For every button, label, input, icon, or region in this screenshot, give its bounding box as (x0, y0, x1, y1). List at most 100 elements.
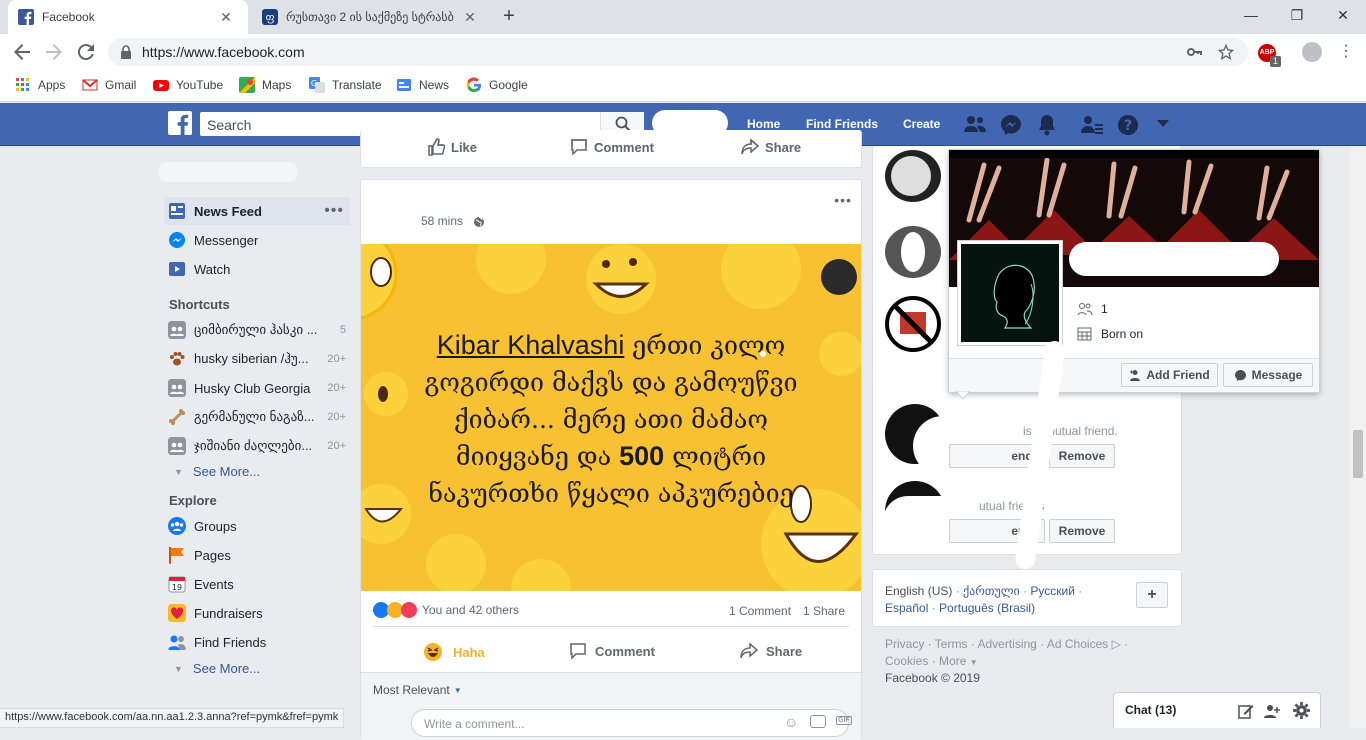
post-timestamp[interactable]: 58 mins (421, 214, 463, 228)
footer-link[interactable]: Ad Choices (1047, 637, 1108, 651)
hovercard-name-redacted[interactable] (1069, 242, 1279, 276)
haha-reaction-button[interactable]: Haha (423, 642, 485, 662)
footer-link[interactable]: Advertising (977, 637, 1036, 651)
language-link[interactable]: Русский (1030, 584, 1075, 598)
author-avatar-redacted[interactable] (373, 194, 413, 234)
nav-find-friends[interactable]: Find Friends (806, 117, 878, 131)
footer-link[interactable]: Privacy (885, 637, 924, 651)
bookmark-google[interactable]: Google (466, 77, 528, 93)
reload-icon[interactable] (74, 40, 98, 64)
reactions-summary[interactable]: You and 42 others (373, 602, 519, 618)
tab-facebook[interactable]: Facebook ✕ (8, 0, 248, 34)
sidebar-item-label: Events (194, 576, 234, 592)
sidebar-item-watch[interactable]: Watch (164, 255, 350, 283)
account-dropdown-icon[interactable] (1157, 119, 1169, 129)
scrollbar-thumb[interactable] (1353, 430, 1363, 478)
sidebar-item-groups[interactable]: Groups (164, 512, 350, 540)
post-options-icon[interactable]: ••• (834, 192, 852, 208)
most-relevant-filter[interactable]: Most Relevant ▼ (373, 683, 462, 697)
nav-home[interactable]: Home (747, 117, 780, 131)
back-arrow-icon[interactable] (10, 40, 34, 64)
forward-arrow-icon[interactable] (42, 40, 66, 64)
star-icon[interactable] (1218, 44, 1234, 60)
menu-kebab-icon[interactable]: ⋮ (1338, 44, 1354, 60)
message-label: Message (1251, 368, 1303, 382)
quick-help-friends-icon[interactable] (1080, 114, 1104, 136)
no-entry-avatar-icon[interactable] (885, 296, 941, 352)
footer-link[interactable]: Cookies (885, 654, 928, 668)
close-window-icon[interactable]: ✕ (1331, 5, 1355, 25)
remove-suggestion-button[interactable]: Remove (1049, 444, 1115, 468)
message-button[interactable]: Message (1223, 363, 1313, 387)
shortcut-item[interactable]: გერმანული ნაგაზ... 20+ (164, 403, 350, 431)
address-bar[interactable]: https://www.facebook.com (108, 38, 1248, 66)
profile-name-redacted[interactable] (158, 162, 298, 182)
add-friend-button[interactable]: Add Friend (1121, 363, 1218, 387)
shares-count[interactable]: 1 Share (803, 604, 845, 618)
like-button[interactable]: Like (427, 138, 477, 156)
add-language-button[interactable]: + (1136, 582, 1168, 608)
language-link[interactable]: Español (885, 601, 928, 615)
sidebar-item-pages[interactable]: Pages (164, 541, 350, 569)
camera-icon[interactable] (810, 715, 826, 728)
sidebar-item-find-friends[interactable]: Find Friends (164, 628, 350, 656)
notifications-bell-icon[interactable] (1037, 114, 1057, 136)
share-button[interactable]: Share (740, 642, 802, 660)
sidebar-item-events[interactable]: 19 Events (164, 570, 350, 598)
friend-requests-icon[interactable] (963, 114, 987, 134)
profile-avatar-icon[interactable] (1302, 42, 1322, 62)
sidebar-item-news-feed[interactable]: News Feed ••• (164, 197, 350, 225)
bookmark-apps[interactable]: Apps (15, 77, 65, 93)
globe-public-icon (474, 216, 484, 227)
bookmark-youtube[interactable]: YouTube (153, 77, 223, 93)
language-link[interactable]: ქართული (963, 584, 1020, 598)
group-icon (168, 379, 186, 397)
minimize-icon[interactable]: — (1239, 5, 1263, 25)
comments-count[interactable]: 1 Comment (729, 604, 791, 618)
divider (373, 626, 849, 627)
help-question-icon[interactable]: ? (1117, 114, 1139, 136)
messenger-icon[interactable] (1000, 114, 1022, 136)
close-tab-icon[interactable]: ✕ (462, 9, 478, 26)
footer-link[interactable]: Terms (935, 637, 968, 651)
remove-suggestion-button[interactable]: Remove (1049, 519, 1115, 543)
shortcut-item[interactable]: ჯიშიანი ძაღლები... 20+ (164, 432, 350, 460)
chat-bar[interactable]: Chat (13) (1113, 692, 1321, 728)
facebook-logo-icon[interactable] (168, 111, 192, 135)
write-comment-input[interactable]: Write a comment... ☺ GIF (411, 709, 852, 737)
language-link[interactable]: Português (Brasil) (939, 601, 1035, 615)
comment-button[interactable]: Comment (569, 642, 655, 660)
bookmark-translate[interactable]: G Translate (309, 77, 382, 93)
shortcut-item[interactable]: ციმბირული ჰასკი ... 5 (164, 316, 350, 344)
post-image-meme[interactable]: Kibar Khalvashi ერთი კილო გოგირდი მაქვს … (361, 244, 861, 591)
sidebar-item-messenger[interactable]: Messenger (164, 226, 350, 254)
more-options-icon[interactable]: ••• (324, 202, 344, 220)
new-tab-button[interactable]: + (497, 5, 521, 29)
hovercard-profile-picture[interactable] (957, 240, 1063, 346)
see-more-explore[interactable]: ▼ See More... (174, 661, 260, 676)
meme-line: ნაკურთხი წყალი აპკურებიე (428, 479, 794, 508)
tab-rustavi[interactable]: ფ რუსთავი 2 ის საქმეზე სტრასბ ✕ (252, 0, 492, 34)
chat-settings-gear-icon[interactable] (1293, 702, 1310, 719)
comment-button[interactable]: Comment (570, 138, 654, 156)
see-more-shortcuts[interactable]: ▼ See More... (174, 464, 260, 479)
page-scrollbar[interactable] (1350, 146, 1366, 728)
shortcut-item[interactable]: Husky Club Georgia 20+ (164, 374, 350, 402)
sidebar-item-fundraisers[interactable]: Fundraisers (164, 599, 350, 627)
sidebar-item-label: Watch (194, 261, 231, 277)
maximize-icon[interactable]: ❐ (1285, 5, 1309, 25)
bookmark-news[interactable]: News (396, 77, 449, 93)
news-feed-icon (169, 203, 185, 219)
key-icon[interactable] (1186, 44, 1202, 60)
footer-link[interactable]: More (939, 654, 966, 668)
gif-icon[interactable]: GIF (836, 716, 852, 725)
bookmark-gmail[interactable]: Gmail (82, 77, 136, 93)
create-group-icon[interactable] (1264, 703, 1282, 719)
new-message-compose-icon[interactable] (1238, 703, 1254, 719)
share-button[interactable]: Share (741, 138, 801, 156)
lock-icon (121, 45, 131, 59)
bookmark-maps[interactable]: Maps (239, 77, 291, 93)
nav-create[interactable]: Create (903, 117, 940, 131)
shortcut-item[interactable]: husky siberian /ჰუ... 20+ (164, 345, 350, 373)
close-tab-icon[interactable]: ✕ (218, 9, 234, 26)
